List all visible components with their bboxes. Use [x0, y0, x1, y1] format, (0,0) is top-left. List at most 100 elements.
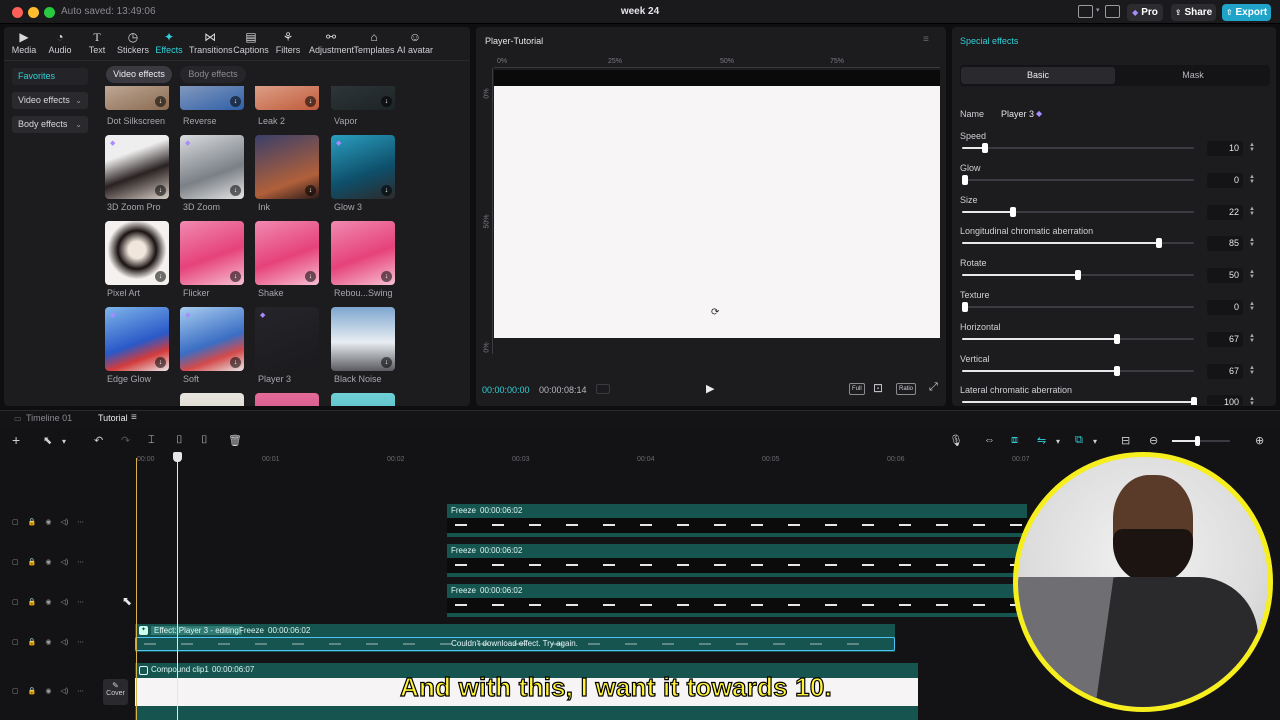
stepper-icon[interactable]: ▲ ▼ — [1249, 142, 1255, 153]
more-icon[interactable]: ⋯ — [77, 687, 84, 695]
slider-knob[interactable] — [1075, 270, 1081, 280]
lock-icon[interactable]: 🔒 — [28, 638, 37, 646]
tab-tutorial[interactable]: Tutorial — [98, 413, 128, 423]
slider-knob[interactable] — [1114, 334, 1121, 344]
timeline-ruler-mark: 00:05 — [762, 456, 780, 463]
stepper-icon[interactable]: ▲ ▼ — [1249, 206, 1255, 217]
chevron-down-icon[interactable]: ▾ — [62, 437, 66, 446]
more-icon[interactable]: ⋯ — [77, 638, 84, 646]
lock-icon[interactable]: 🔒 — [28, 558, 37, 566]
select-tool-icon[interactable]: ⬉ — [43, 434, 52, 447]
split-icon[interactable]: ⌶ — [148, 434, 155, 447]
slider-knob[interactable] — [1114, 366, 1121, 376]
eye-icon[interactable]: ◉ — [45, 638, 51, 646]
more-icon[interactable]: ⋯ — [77, 558, 84, 566]
add-icon[interactable]: + — [12, 432, 20, 448]
split-right-icon[interactable]: ⌷ — [201, 434, 208, 447]
eye-icon[interactable]: ◉ — [45, 687, 51, 695]
property-value-input[interactable]: 50 — [1207, 268, 1243, 283]
magnet-icon[interactable]: ⧈ — [1011, 434, 1018, 447]
property-slider[interactable] — [962, 238, 1194, 248]
chevron-down-icon[interactable]: ▾ — [1056, 437, 1060, 446]
zoom-slider[interactable] — [1172, 436, 1230, 446]
slider-knob[interactable] — [1191, 397, 1197, 405]
zoom-slider-knob[interactable] — [1195, 436, 1200, 446]
slider-fill — [962, 274, 1078, 276]
toggle-icon[interactable]: ▢ — [12, 638, 19, 646]
toggle-icon[interactable]: ▢ — [12, 518, 19, 526]
stepper-icon[interactable]: ▲ ▼ — [1249, 301, 1255, 312]
timeline-ruler-mark: 00:07 — [1012, 456, 1030, 463]
slider-knob[interactable] — [1156, 238, 1163, 248]
chevron-down-icon[interactable]: ▾ — [1093, 437, 1097, 446]
property-slider[interactable] — [962, 302, 1194, 312]
lock-icon[interactable]: 🔒 — [28, 518, 37, 526]
linkage-icon[interactable]: ⇋ — [1037, 434, 1046, 447]
audio-icon[interactable]: ◁) — [60, 687, 68, 695]
slider-knob[interactable] — [962, 302, 968, 312]
audio-icon[interactable]: ◁) — [60, 558, 68, 566]
property-value-input[interactable]: 10 — [1207, 141, 1243, 156]
preview-axis-icon[interactable]: ⧉ — [1075, 434, 1083, 447]
zoom-out-icon[interactable]: ⊖ — [1149, 434, 1158, 447]
freeze-clip[interactable]: Freeze 00:00:06:02 — [447, 584, 1027, 617]
zoom-in-icon[interactable]: ⊕ — [1255, 434, 1264, 447]
property-slider[interactable] — [962, 143, 1194, 153]
lock-icon[interactable]: 🔒 — [28, 598, 37, 606]
stepper-icon[interactable]: ▲ ▼ — [1249, 269, 1255, 280]
delete-icon[interactable]: 🗑 — [228, 434, 242, 447]
toggle-icon[interactable]: ▢ — [12, 598, 19, 606]
more-icon[interactable]: ⋯ — [77, 518, 84, 526]
property-slider[interactable] — [962, 334, 1194, 344]
eye-icon[interactable]: ◉ — [45, 558, 51, 566]
property-label: Glow — [960, 163, 981, 173]
property-slider[interactable] — [962, 175, 1194, 185]
property-value-input[interactable]: 0 — [1207, 173, 1243, 188]
microphone-icon[interactable]: 🎙 — [949, 434, 963, 447]
link-icon[interactable]: ⇔ — [984, 434, 995, 446]
property-slider[interactable] — [962, 270, 1194, 280]
property-value-input[interactable]: 85 — [1207, 236, 1243, 251]
property-slider[interactable] — [962, 207, 1194, 217]
slider-knob[interactable] — [1010, 207, 1017, 217]
timeline-ruler-mark: 00:02 — [387, 456, 405, 463]
cover-button[interactable]: ✎ Cover — [103, 679, 128, 705]
stepper-icon[interactable]: ▲ ▼ — [1249, 237, 1255, 248]
slider-knob[interactable] — [962, 175, 968, 185]
audio-icon[interactable]: ◁) — [60, 638, 68, 646]
effect-clip-body: Couldn't download effect. Try again. — [135, 637, 895, 651]
audio-icon[interactable]: ◁) — [60, 598, 68, 606]
freeze-clip[interactable]: Freeze 00:00:06:02 — [447, 544, 1027, 577]
lock-icon[interactable]: 🔒 — [28, 687, 37, 695]
property-value-input[interactable]: 22 — [1207, 205, 1243, 220]
toggle-icon[interactable]: ▢ — [12, 558, 19, 566]
more-icon[interactable]: ⋯ — [77, 598, 84, 606]
playhead-handle[interactable] — [173, 452, 182, 462]
undo-icon[interactable]: ↶ — [94, 434, 103, 447]
timeline-ruler-mark: 00:04 — [637, 456, 655, 463]
track-controls: ▢ 🔒 ◉ ◁) ⋯ — [12, 518, 84, 526]
redo-icon[interactable]: ↷ — [121, 434, 130, 447]
property-slider[interactable] — [962, 397, 1197, 405]
playhead[interactable] — [177, 460, 178, 720]
stepper-icon[interactable]: ▲ ▼ — [1249, 174, 1255, 185]
property-value-input[interactable]: 67 — [1207, 332, 1243, 347]
effect-clip[interactable]: ✦ Effect: Player 3 - editing Freeze 00:0… — [135, 624, 895, 652]
toggle-icon[interactable]: ▢ — [12, 687, 19, 695]
audio-icon[interactable]: ◁) — [60, 518, 68, 526]
eye-icon[interactable]: ◉ — [45, 518, 51, 526]
slider-knob[interactable] — [982, 143, 989, 153]
tab-timeline-01[interactable]: Timeline 01 — [26, 413, 72, 423]
property-value-input[interactable]: 100 — [1207, 395, 1243, 405]
property-slider[interactable] — [962, 366, 1194, 376]
property-value-input[interactable]: 0 — [1207, 300, 1243, 315]
stepper-icon[interactable]: ▲ ▼ — [1249, 365, 1255, 376]
property-value-input[interactable]: 67 — [1207, 364, 1243, 379]
caption-icon[interactable]: ⊟ — [1121, 434, 1130, 447]
stepper-icon[interactable]: ▲ ▼ — [1249, 396, 1255, 405]
split-left-icon[interactable]: ⌷ — [176, 434, 183, 447]
tab-menu-icon[interactable]: ≡ — [131, 412, 137, 423]
stepper-icon[interactable]: ▲ ▼ — [1249, 333, 1255, 344]
eye-icon[interactable]: ◉ — [45, 598, 51, 606]
freeze-clip[interactable]: Freeze 00:00:06:02 — [447, 504, 1027, 537]
